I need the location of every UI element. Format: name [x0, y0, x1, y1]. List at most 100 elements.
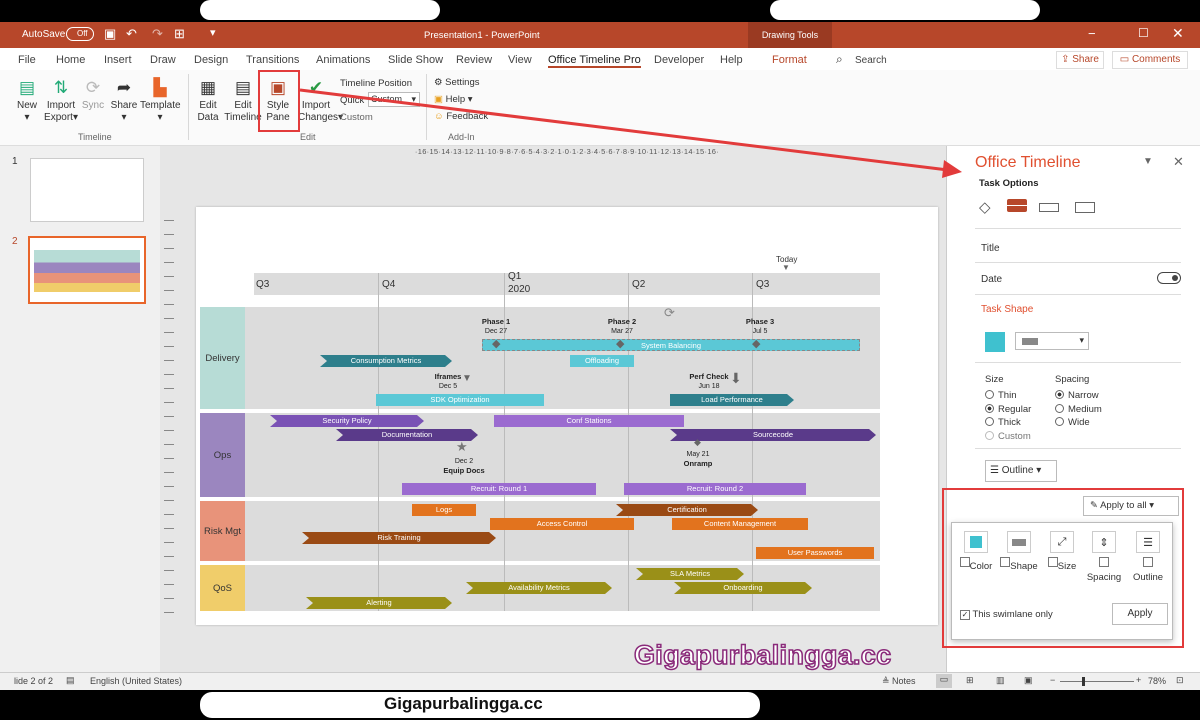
tab-format[interactable]: Format [772, 54, 807, 66]
pane-menu-icon[interactable]: ▼ [1143, 156, 1153, 167]
slideshow-icon[interactable]: ▣ [1024, 675, 1033, 686]
radio-button[interactable] [985, 390, 994, 399]
size-option-custom[interactable]: Custom [985, 430, 1031, 444]
zoom-in-icon[interactable]: + [1136, 675, 1141, 685]
search-label[interactable]: Search [855, 55, 887, 66]
task-bar[interactable]: Recruit: Round 2 [624, 483, 806, 495]
tab-file[interactable]: File [18, 54, 36, 66]
tab-view[interactable]: View [508, 54, 532, 66]
task-bar[interactable]: SLA Metrics [636, 568, 744, 580]
slide-thumbnail-2[interactable] [28, 236, 146, 304]
minimize-icon[interactable]: − [1088, 26, 1096, 41]
search-icon[interactable]: ⌕ [836, 52, 843, 67]
task-bar[interactable]: Availability Metrics [466, 582, 612, 594]
tab-insert[interactable]: Insert [104, 54, 132, 66]
qat-more-icon[interactable]: ▾ [210, 26, 216, 39]
reading-view-icon[interactable]: ▥ [996, 675, 1005, 686]
radio-button[interactable] [985, 403, 994, 413]
radio-button[interactable] [985, 430, 994, 440]
tab-slide-show[interactable]: Slide Show [388, 54, 443, 66]
close-icon[interactable]: ✕ [1172, 25, 1184, 42]
radio-button[interactable] [1055, 417, 1064, 426]
tab-draw[interactable]: Draw [150, 54, 176, 66]
shape-dropdown[interactable]: ▾ [1015, 332, 1089, 350]
tab-home[interactable]: Home [56, 54, 85, 66]
edit-data-button[interactable]: ▦ Edit Data [194, 78, 222, 124]
task-bar[interactable]: SDK Optimization [376, 394, 544, 406]
task-bar[interactable]: Security Policy [270, 415, 424, 427]
task-bar[interactable]: Risk Training [302, 532, 496, 544]
color-swatch[interactable] [985, 332, 1005, 352]
zoom-out-icon[interactable]: − [1050, 675, 1055, 685]
task-bar[interactable]: Consumption Metrics [320, 355, 452, 367]
slide-sorter-icon[interactable]: ⊞ [966, 675, 974, 686]
save-icon[interactable]: ▣ [104, 26, 116, 42]
swimlane-options-icon[interactable] [1075, 202, 1095, 213]
zoom-level[interactable]: 78% [1148, 676, 1166, 686]
share-button[interactable]: ⇪ Share [1056, 51, 1104, 69]
task-bar[interactable]: Access Control [490, 518, 634, 530]
help-button[interactable]: ▣ Help ▾ [434, 94, 473, 105]
spacing-option-narrow[interactable]: Narrow [1055, 389, 1102, 403]
spellcheck-icon[interactable]: ▤ [66, 675, 75, 686]
zoom-slider[interactable] [1060, 677, 1134, 686]
slide-thumbnail-1[interactable] [30, 158, 144, 222]
task-bar[interactable]: Onboarding [674, 582, 812, 594]
new-button[interactable]: ▤ New ▾ [14, 78, 40, 124]
language-label[interactable]: English (United States) [90, 676, 182, 686]
tab-design[interactable]: Design [194, 54, 228, 66]
autosave-toggle[interactable]: Off [66, 27, 94, 41]
slide[interactable]: Today ▼ Q3 Q4 Q1 2020 Q2 Q3 Delivery Ops… [196, 207, 938, 625]
document-title: Presentation1 - PowerPoint [424, 30, 540, 41]
import-export-button[interactable]: ⇅ Import Export▾ [44, 78, 78, 124]
redo-icon[interactable]: ↷ [152, 26, 163, 42]
tab-office-timeline-pro[interactable]: Office Timeline Pro [548, 54, 641, 68]
normal-view-icon[interactable]: ▭ [936, 674, 952, 688]
task-bar[interactable]: Certification [616, 504, 758, 516]
task-bar[interactable]: Content Management [672, 518, 808, 530]
comments-button[interactable]: ▭ Comments [1112, 51, 1188, 69]
size-option-regular[interactable]: Regular [985, 403, 1031, 417]
task-bar[interactable]: Conf Stations [494, 415, 684, 427]
size-option-thin[interactable]: Thin [985, 389, 1031, 403]
tab-transitions[interactable]: Transitions [246, 54, 299, 66]
rotate-handle-icon[interactable]: ⟳ [664, 305, 675, 321]
outline-dropdown[interactable]: ☰ Outline ▾ [985, 460, 1057, 482]
edit-timeline-button[interactable]: ▤ Edit Timeline [224, 78, 262, 124]
date-toggle[interactable] [1157, 272, 1181, 284]
notes-button[interactable]: ≜ Notes [882, 676, 916, 687]
sync-button[interactable]: ⟳ Sync [80, 78, 106, 112]
task-bar[interactable]: Offloading [570, 355, 634, 367]
tab-review[interactable]: Review [456, 54, 492, 66]
presenter-icon[interactable]: ⊞ [174, 26, 185, 42]
template-button[interactable]: ▙ Template ▾ [140, 78, 181, 124]
feedback-button[interactable]: ☺ Feedback [434, 111, 488, 122]
spacing-option-wide[interactable]: Wide [1055, 416, 1102, 430]
task-bar[interactable]: System Balancing [482, 339, 860, 351]
milestone-options-icon[interactable]: ◇ [979, 198, 991, 216]
import-changes-button[interactable]: ✔ Import Changes▾ [298, 78, 343, 124]
tab-help[interactable]: Help [720, 54, 743, 66]
task-bar[interactable]: User Passwords [756, 547, 874, 559]
size-option-thick[interactable]: Thick [985, 416, 1031, 430]
task-bar[interactable]: Recruit: Round 1 [402, 483, 596, 495]
custom-position-label[interactable]: Custom [340, 112, 373, 123]
pane-close-icon[interactable]: ✕ [1173, 154, 1184, 170]
undo-icon[interactable]: ↶ [126, 26, 137, 42]
radio-button[interactable] [1055, 390, 1064, 399]
task-bar[interactable]: Logs [412, 504, 476, 516]
fit-slide-icon[interactable]: ⊡ [1176, 675, 1184, 686]
share-ribbon-button[interactable]: ➦ Share ▾ [110, 78, 138, 124]
timescale-options-icon[interactable] [1039, 203, 1059, 212]
task-bar[interactable]: Load Performance [670, 394, 794, 406]
radio-button[interactable] [1055, 403, 1064, 413]
tab-animations[interactable]: Animations [316, 54, 370, 66]
maximize-icon[interactable]: ☐ [1138, 26, 1149, 40]
spacing-option-medium[interactable]: Medium [1055, 403, 1102, 417]
radio-button[interactable] [985, 417, 994, 426]
settings-button[interactable]: ⚙ Settings [434, 77, 480, 88]
quick-dropdown[interactable]: Custom ▾ [368, 92, 420, 107]
task-options-icon[interactable] [1007, 199, 1027, 212]
tab-developer[interactable]: Developer [654, 54, 704, 66]
task-bar[interactable]: Alerting [306, 597, 452, 609]
